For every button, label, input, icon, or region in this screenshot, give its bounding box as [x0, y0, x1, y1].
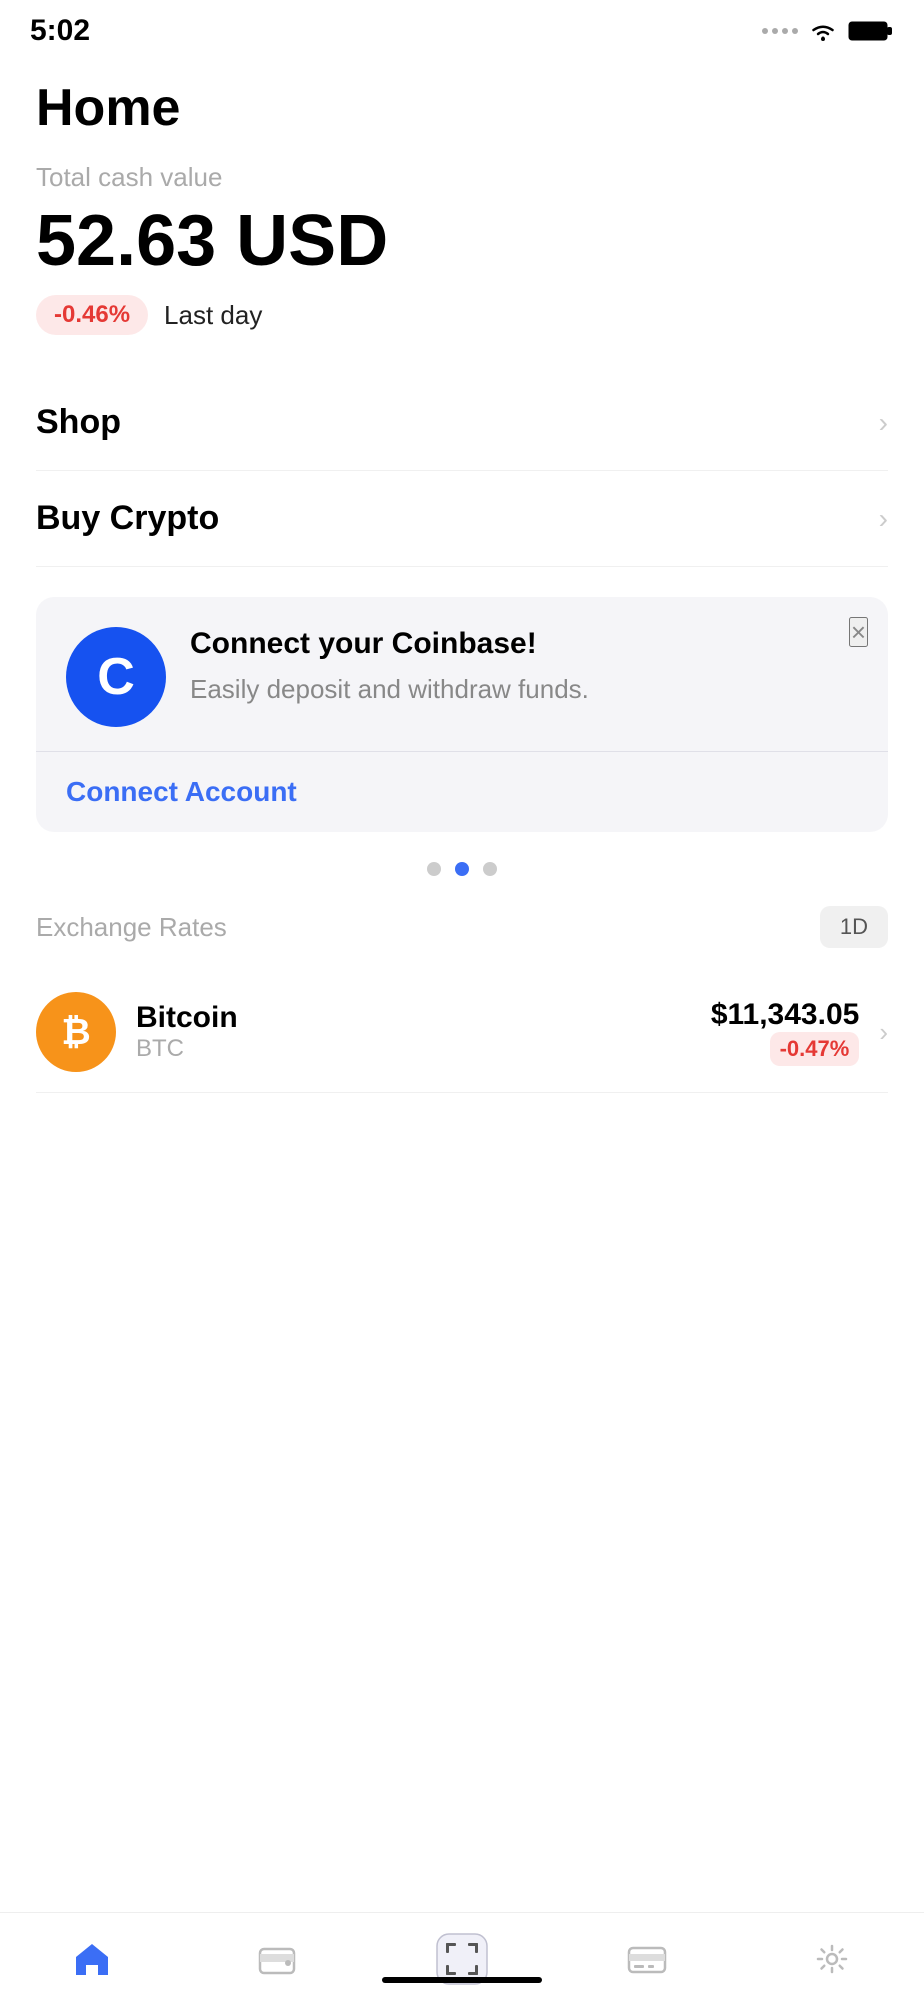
card-close-button[interactable]: ×	[849, 617, 868, 647]
bitcoin-price: $11,343.05	[711, 998, 860, 1032]
dots-indicator	[36, 862, 888, 876]
home-icon	[66, 1933, 118, 1985]
change-row: -0.46% Last day	[36, 295, 888, 335]
nav-tab-home[interactable]	[46, 1929, 138, 1989]
battery-icon	[848, 19, 894, 43]
coinbase-card: × C Connect your Coinbase! Easily deposi…	[36, 597, 888, 832]
coinbase-card-description: Easily deposit and withdraw funds.	[190, 671, 858, 707]
status-icons	[762, 19, 894, 43]
wifi-icon	[808, 20, 838, 42]
bitcoin-chevron-icon: ›	[879, 1017, 888, 1048]
coinbase-logo-letter: C	[97, 647, 135, 707]
main-content: Home Total cash value 52.63 USD -0.46% L…	[0, 58, 924, 1093]
buy-crypto-nav-item[interactable]: Buy Crypto ›	[36, 471, 888, 567]
shop-nav-item[interactable]: Shop ›	[36, 375, 888, 471]
buy-crypto-chevron-icon: ›	[879, 503, 888, 535]
status-time: 5:02	[30, 14, 90, 48]
coinbase-logo: C	[66, 627, 166, 727]
buy-crypto-label: Buy Crypto	[36, 499, 219, 538]
total-cash-value: 52.63 USD	[36, 205, 888, 277]
bitcoin-price-block: $11,343.05 -0.47%	[711, 998, 860, 1066]
bitcoin-info: Bitcoin BTC	[136, 1001, 691, 1063]
total-cash-label: Total cash value	[36, 162, 888, 193]
bitcoin-row[interactable]: ₿ Bitcoin BTC $11,343.05 -0.47% ›	[36, 972, 888, 1093]
bitcoin-ticker: BTC	[136, 1035, 691, 1063]
dot-3[interactable]	[483, 862, 497, 876]
card-icon	[621, 1933, 673, 1985]
change-badge: -0.46%	[36, 295, 148, 335]
coinbase-card-section: × C Connect your Coinbase! Easily deposi…	[36, 597, 888, 832]
bitcoin-icon: ₿	[36, 992, 116, 1072]
coinbase-card-title: Connect your Coinbase!	[190, 627, 858, 661]
dot-1[interactable]	[427, 862, 441, 876]
signal-icon	[762, 28, 798, 34]
wallet-icon	[251, 1933, 303, 1985]
bitcoin-change: -0.47%	[770, 1032, 860, 1066]
bitcoin-symbol: ₿	[61, 1011, 90, 1053]
gear-icon	[806, 1933, 858, 1985]
nav-tab-settings[interactable]	[786, 1929, 878, 1989]
page-title: Home	[36, 78, 888, 138]
connect-account-link[interactable]: Connect Account	[66, 752, 858, 832]
nav-tab-card[interactable]	[601, 1929, 693, 1989]
card-text-block: Connect your Coinbase! Easily deposit an…	[190, 627, 858, 707]
change-period: Last day	[164, 300, 262, 331]
nav-tab-wallet[interactable]	[231, 1929, 323, 1989]
shop-label: Shop	[36, 403, 121, 442]
status-bar: 5:02	[0, 0, 924, 58]
bitcoin-name: Bitcoin	[136, 1001, 691, 1035]
shop-chevron-icon: ›	[879, 407, 888, 439]
card-body: C Connect your Coinbase! Easily deposit …	[66, 627, 858, 727]
exchange-rates-header: Exchange Rates 1D	[36, 906, 888, 948]
home-indicator	[382, 1977, 542, 1983]
exchange-rates-label: Exchange Rates	[36, 912, 227, 943]
time-filter[interactable]: 1D	[820, 906, 888, 948]
dot-2[interactable]	[455, 862, 469, 876]
